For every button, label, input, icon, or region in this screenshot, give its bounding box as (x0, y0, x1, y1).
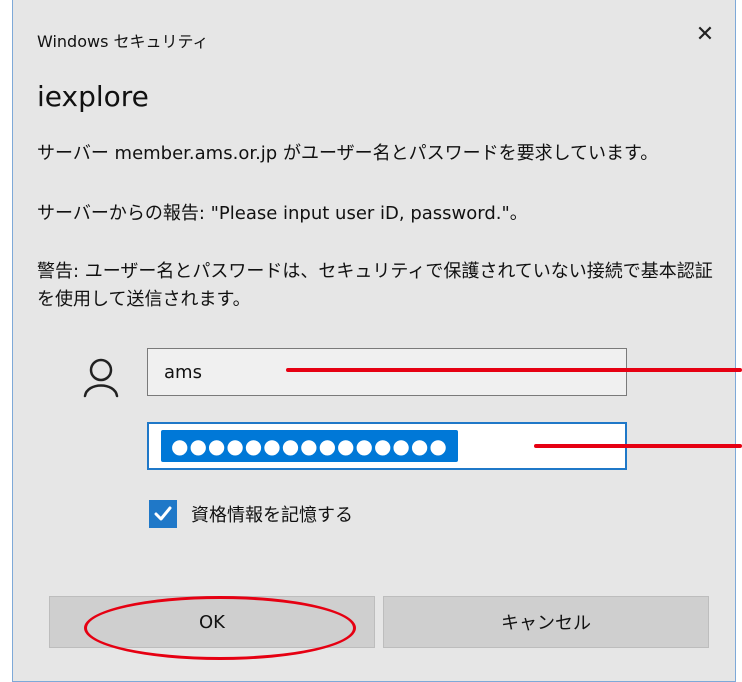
remember-checkbox[interactable] (149, 500, 177, 528)
annotation-circle-ok (84, 596, 356, 660)
window-title: Windows セキュリティ (37, 32, 209, 51)
security-dialog: Windows セキュリティ ✕ iexplore サーバー member.am… (12, 0, 736, 682)
annotation-line-password (534, 444, 742, 448)
remember-label: 資格情報を記憶する (191, 505, 353, 526)
remember-credentials[interactable]: 資格情報を記憶する (149, 500, 353, 528)
person-icon (81, 356, 121, 400)
close-button[interactable]: ✕ (691, 20, 719, 48)
cancel-button[interactable]: キャンセル (383, 596, 709, 648)
username-value: ams (164, 361, 202, 383)
annotation-line-username (286, 368, 742, 372)
warning-message: 警告: ユーザー名とパスワードは、セキュリティで保護されていない接続で基本認証を… (37, 261, 713, 310)
close-icon[interactable]: ✕ (696, 22, 714, 47)
password-masked-value: ●●●●●●●●●●●●●●● (161, 430, 458, 462)
server-report-message: サーバーからの報告: "Please input user iD, passwo… (37, 203, 528, 224)
server-message: サーバー member.ams.or.jp がユーザー名とパスワードを要求してい… (37, 143, 659, 164)
username-field[interactable]: ams (147, 348, 627, 396)
checkmark-icon (154, 506, 172, 521)
screenshot-stage: Windows セキュリティ ✕ iexplore サーバー member.am… (0, 0, 742, 682)
app-title: iexplore (37, 80, 149, 113)
